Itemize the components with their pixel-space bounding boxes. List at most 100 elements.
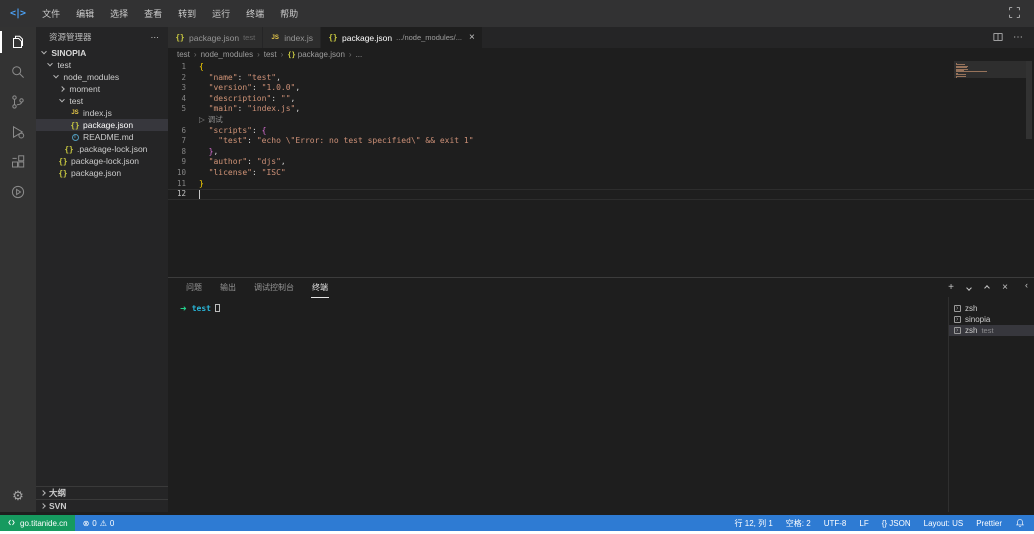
code-line-11[interactable]: 11} — [168, 179, 1034, 190]
terminal-tab-zsh-test[interactable]: zshtest — [949, 325, 1034, 336]
code-token: : — [247, 136, 257, 147]
menu-item-6[interactable]: 终端 — [238, 0, 272, 27]
remote-indicator[interactable]: go.titanide.cn — [0, 515, 75, 531]
status-cursor-position[interactable]: 行 12, 列 1 — [735, 518, 773, 529]
sidebar-more-actions-icon[interactable]: ⋯ — [151, 32, 161, 43]
breadcrumb-item-...[interactable]: ... — [356, 50, 363, 59]
code-line-7[interactable]: 7 "test": "echo \"Error: no test specifi… — [168, 136, 1034, 147]
notifications-bell-icon[interactable] — [1015, 518, 1025, 528]
code-token: "main" — [209, 104, 238, 115]
code-line-2[interactable]: 2 "name": "test", — [168, 73, 1034, 84]
terminal-tab-label: zsh — [965, 326, 977, 335]
menu-item-7[interactable]: 帮助 — [272, 0, 306, 27]
code-token: "test" — [247, 73, 276, 84]
close-panel-icon[interactable]: × — [1000, 283, 1010, 293]
breadcrumb-item-node_modules[interactable]: node_modules — [201, 50, 253, 59]
status-encoding[interactable]: UTF-8 — [824, 519, 847, 528]
menu-item-3[interactable]: 查看 — [136, 0, 170, 27]
terminal-tab-zsh[interactable]: zsh — [949, 303, 1034, 314]
code-line-10[interactable]: 10 "license": "ISC" — [168, 168, 1034, 179]
status-prettier[interactable]: Prettier — [976, 519, 1002, 528]
new-terminal-icon[interactable]: + — [946, 283, 956, 293]
split-editor-icon[interactable] — [992, 31, 1004, 45]
code-line-6[interactable]: 6 "scripts": { — [168, 126, 1034, 137]
codelens-debug-link[interactable]: ▷调试 — [168, 115, 1034, 126]
tab-package.json[interactable]: {}package.jsontest — [168, 27, 263, 48]
menu-item-1[interactable]: 编辑 — [68, 0, 102, 27]
panel-tab-问题[interactable]: 问题 — [186, 282, 202, 293]
menu-item-2[interactable]: 选择 — [102, 0, 136, 27]
section-大纲[interactable]: 大纲 — [36, 486, 168, 499]
sidebar-title: 资源管理器 — [49, 31, 92, 43]
code-line-5[interactable]: 5 "main": "index.js", — [168, 104, 1034, 115]
terminal-dropdown-icon[interactable] — [964, 283, 974, 293]
code-token — [199, 147, 209, 158]
breadcrumb-item-test[interactable]: test — [264, 50, 277, 59]
panel-tab-调试控制台[interactable]: 调试控制台 — [254, 282, 294, 293]
code-line-3[interactable]: 3 "version": "1.0.0", — [168, 83, 1034, 94]
problems-status[interactable]: ⊗ 0 ⚠ 0 — [75, 519, 123, 528]
tree-item-package.json[interactable]: {}package.json — [36, 119, 168, 131]
activity-source-control-icon[interactable] — [0, 87, 36, 117]
maximize-panel-icon[interactable] — [982, 283, 992, 293]
tree-item-node_modules[interactable]: node_modules — [36, 71, 168, 83]
code-token: "1.0.0" — [262, 83, 296, 94]
tree-item-test[interactable]: test — [36, 95, 168, 107]
status-eol[interactable]: LF — [859, 519, 868, 528]
chevron-left-icon[interactable]: ‹ — [1025, 280, 1028, 290]
tree-item-SINOPIA[interactable]: SINOPIA — [36, 47, 168, 59]
tree-item-package-lock.json[interactable]: {}package-lock.json — [36, 155, 168, 167]
code-token: : — [252, 168, 262, 179]
settings-gear-icon[interactable]: ⚙ — [0, 487, 36, 505]
status-indentation[interactable]: 空格: 2 — [786, 518, 811, 529]
tab-index.js[interactable]: JSindex.js — [263, 27, 321, 48]
breadcrumb-item-package.json[interactable]: {}package.json — [287, 50, 345, 59]
menu-item-0[interactable]: 文件 — [34, 0, 68, 27]
activity-run-circle-icon[interactable] — [0, 177, 36, 207]
terminal[interactable]: ➜test — [168, 297, 948, 512]
code-editor[interactable]: 1{2 "name": "test",3 "version": "1.0.0",… — [168, 61, 1034, 277]
menu-item-4[interactable]: 转到 — [170, 0, 204, 27]
tree-item-.package-lock.json[interactable]: {}.package-lock.json — [36, 143, 168, 155]
tree-item-README.md[interactable]: iREADME.md — [36, 131, 168, 143]
activity-run-debug-icon[interactable] — [0, 117, 36, 147]
code-token: : — [238, 73, 248, 84]
code-line-1[interactable]: 1{ — [168, 62, 1034, 73]
tree-item-package.json[interactable]: {}package.json — [36, 167, 168, 179]
minimap[interactable] — [956, 63, 1024, 78]
breadcrumb-item-test[interactable]: test — [177, 50, 190, 59]
status-keyboard-layout[interactable]: Layout: US — [924, 519, 964, 528]
expand-window-icon[interactable] — [1008, 6, 1021, 21]
code-line-12[interactable]: 12 — [168, 189, 1034, 200]
close-icon[interactable]: × — [469, 34, 475, 42]
js-file-icon: JS — [270, 35, 280, 41]
code-line-9[interactable]: 9 "author": "djs", — [168, 157, 1034, 168]
menu-item-5[interactable]: 运行 — [204, 0, 238, 27]
panel-tab-终端[interactable]: 终端 — [312, 282, 328, 293]
code-token: "djs" — [257, 157, 281, 168]
activity-search-icon[interactable] — [0, 57, 36, 87]
code-line-4[interactable]: 4 "description": "", — [168, 94, 1034, 105]
terminal-tab-sinopia[interactable]: sinopia — [949, 314, 1034, 325]
activity-extensions-icon[interactable] — [0, 147, 36, 177]
status-language-mode[interactable]: {} JSON — [882, 519, 911, 528]
line-number: 11 — [168, 179, 186, 190]
tree-item-moment[interactable]: moment — [36, 83, 168, 95]
folder-label: test — [67, 96, 83, 106]
editor-more-actions-icon[interactable]: ⋯ — [1013, 32, 1024, 43]
tab-package.json[interactable]: {}package.json.../node_modules/...× — [321, 27, 483, 48]
editor-scrollbar-thumb[interactable] — [1026, 61, 1032, 139]
breadcrumb-label: test — [264, 50, 277, 59]
remote-icon — [7, 518, 16, 529]
status-right: 行 12, 列 1 空格: 2 UTF-8 LF {} JSON Layout: US Pr… — [735, 518, 1034, 529]
code-token: "version" — [209, 83, 252, 94]
panel-tab-输出[interactable]: 输出 — [220, 282, 236, 293]
breadcrumb-label: ... — [356, 50, 363, 59]
chevron-down-icon — [53, 73, 59, 79]
tree-item-test[interactable]: test — [36, 59, 168, 71]
code-token — [199, 94, 209, 105]
code-line-8[interactable]: 8 }, — [168, 147, 1034, 158]
section-SVN[interactable]: SVN — [36, 499, 168, 512]
tree-item-index.js[interactable]: JSindex.js — [36, 107, 168, 119]
activity-explorer-icon[interactable] — [0, 27, 36, 57]
